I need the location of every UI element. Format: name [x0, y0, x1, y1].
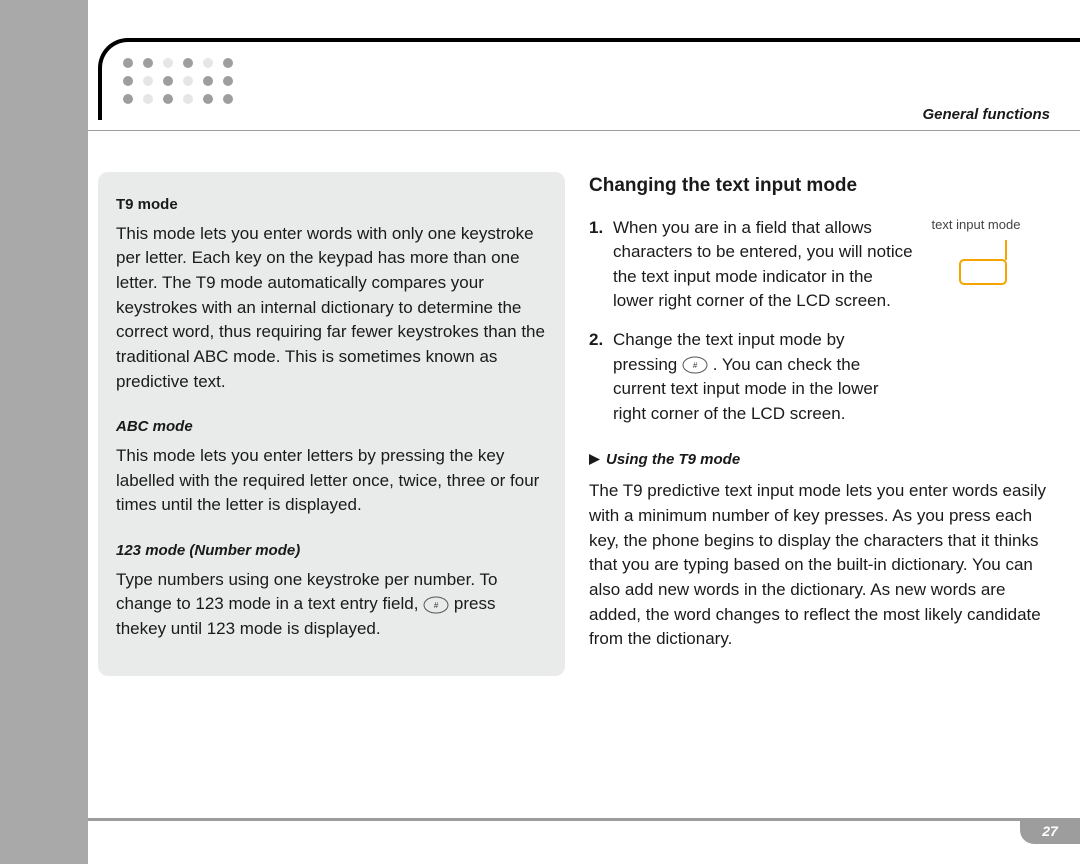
right-column: Changing the text input mode 1. When you… [589, 172, 1056, 804]
left-sidebar [0, 0, 88, 864]
left-column: T9 mode This mode lets you enter words w… [98, 172, 565, 804]
step-1-body: When you are in a field that allows char… [613, 216, 913, 315]
hash-key-icon: # [682, 356, 708, 374]
step-2-body: Change the text input mode by pressing #… [613, 328, 913, 427]
svg-text:#: # [693, 361, 698, 370]
steps-with-callout: 1. When you are in a field that allows c… [589, 216, 1056, 427]
text-input-mode-icon [936, 240, 1016, 290]
section-header: General functions [922, 106, 1050, 123]
abc-mode-title: ABC mode [116, 416, 545, 438]
step-2: 2. Change the text input mode by pressin… [589, 328, 1056, 427]
footer: 27 [88, 818, 1080, 844]
t9-paragraph: The T9 predictive text input mode lets y… [589, 479, 1056, 651]
t9-mode-title: T9 mode [116, 194, 545, 216]
decorative-dots [118, 54, 238, 108]
hash-key-icon: # [423, 596, 449, 614]
right-heading: Changing the text input mode [589, 172, 1056, 200]
header-rule [88, 130, 1080, 131]
footer-rule [88, 818, 1080, 821]
num-mode-title: 123 mode (Number mode) [116, 540, 545, 562]
modes-box: T9 mode This mode lets you enter words w… [98, 172, 565, 676]
t9-mode-body: This mode lets you enter words with only… [116, 222, 545, 394]
callout-label: text input mode [916, 216, 1036, 235]
svg-text:#: # [434, 601, 439, 610]
step-2-num: 2. [589, 328, 607, 427]
triangle-icon [589, 450, 600, 472]
using-t9-heading: Using the T9 mode [589, 449, 1056, 472]
using-t9-heading-text: Using the T9 mode [606, 451, 740, 468]
page: General functions T9 mode This mode lets… [88, 0, 1080, 864]
abc-mode-body: This mode lets you enter letters by pres… [116, 444, 545, 518]
text-input-mode-callout: text input mode [916, 216, 1036, 291]
step-1-num: 1. [589, 216, 607, 315]
content-area: T9 mode This mode lets you enter words w… [88, 172, 1080, 804]
num-mode-body: Type numbers using one keystroke per num… [116, 568, 545, 642]
page-number: 27 [1020, 818, 1080, 844]
